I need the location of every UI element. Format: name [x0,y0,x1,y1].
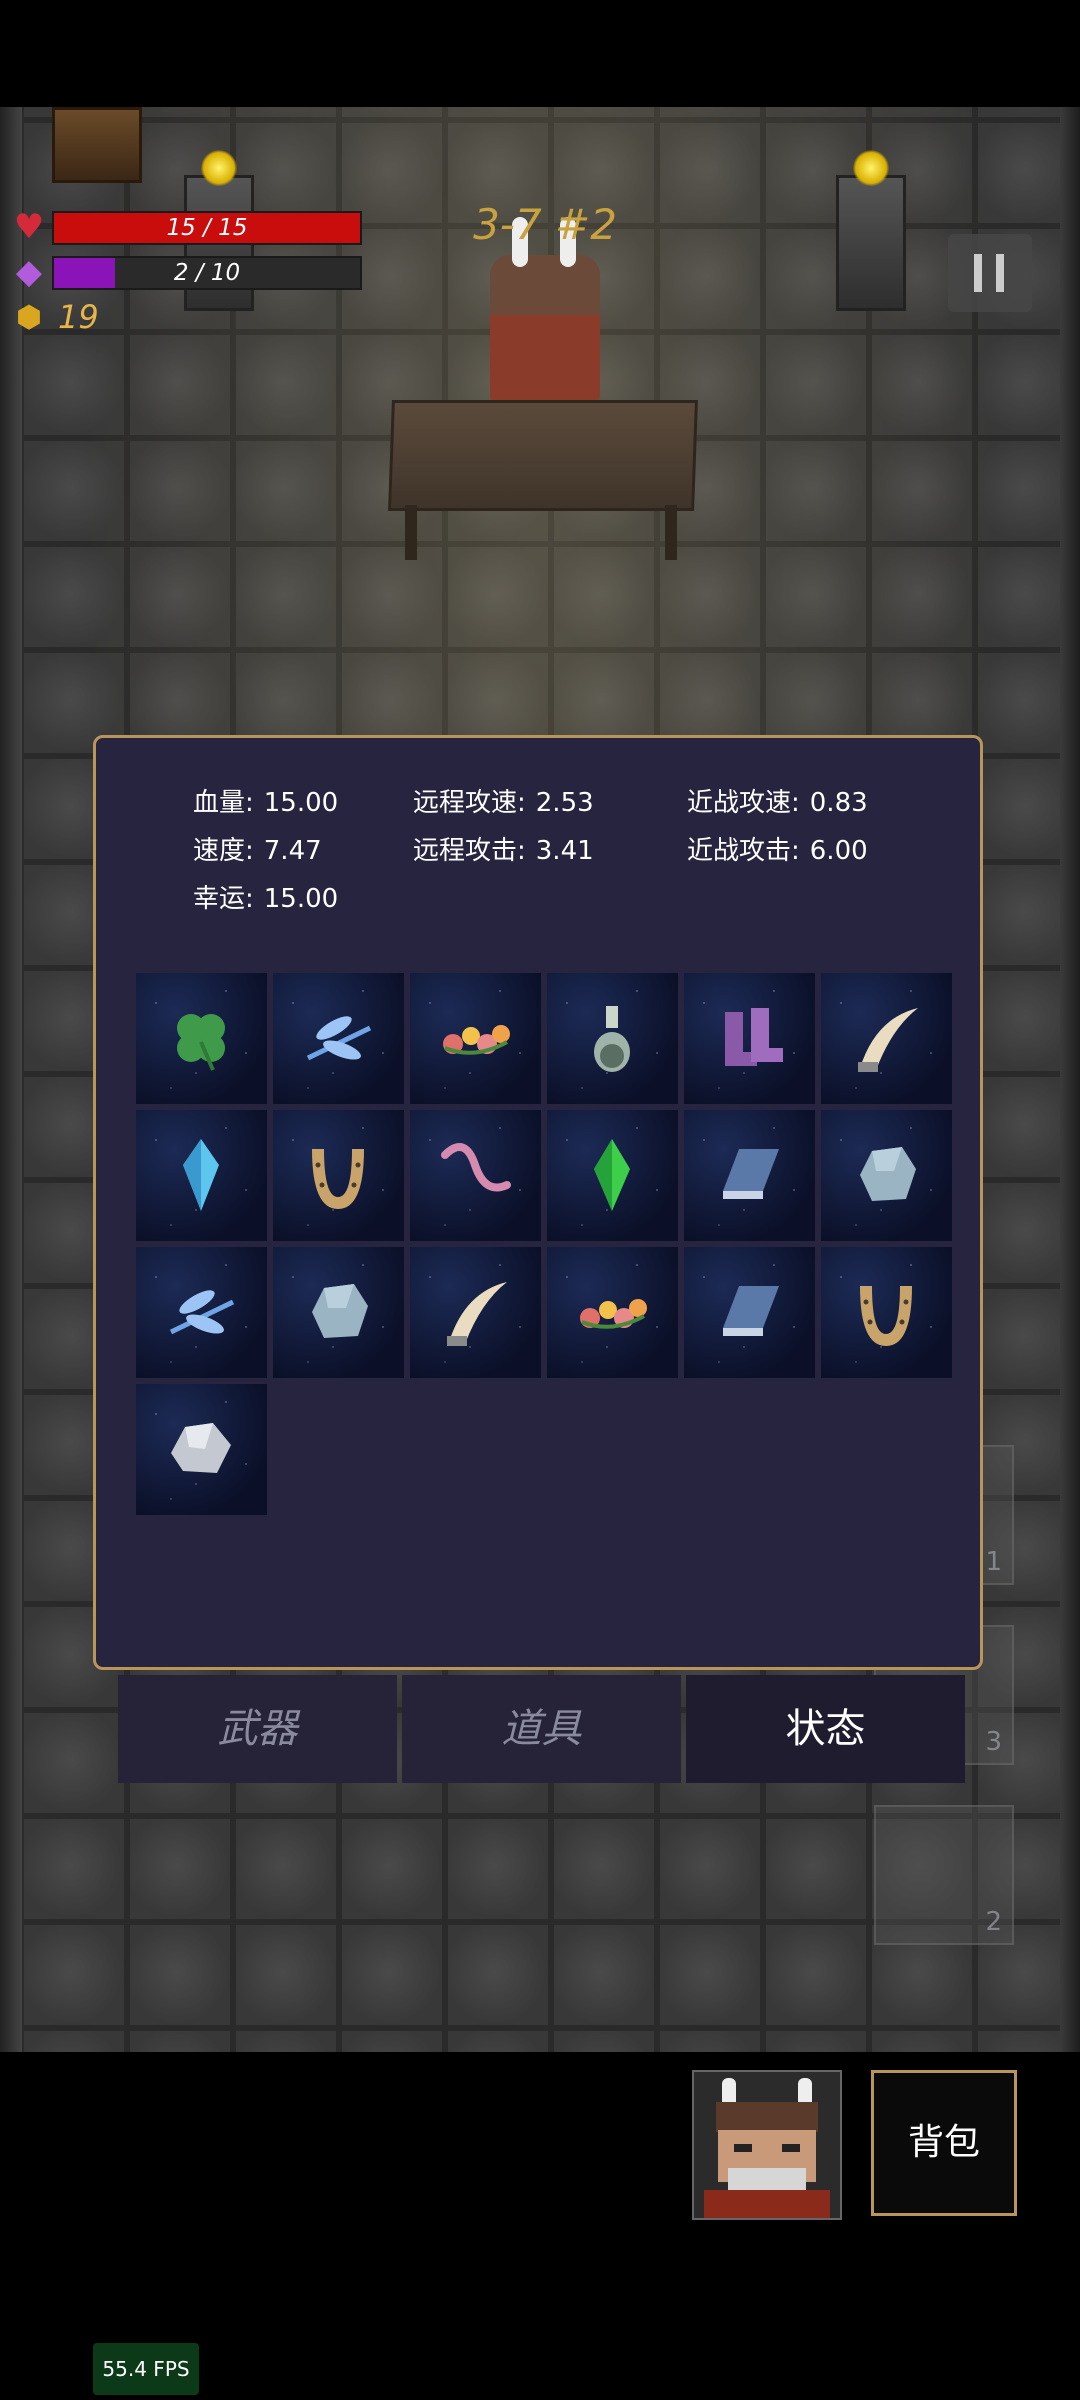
inventory-slot[interactable] [136,1384,267,1515]
stat-label: 远程攻击: [413,836,526,866]
book-icon [723,1286,779,1336]
heart-icon: ♥ [13,207,45,247]
mana-gem-icon: ◆ [15,252,43,292]
hp-bar: 15 / 15 [52,211,362,245]
mana-bar: 2 / 10 [52,256,362,290]
inventory-slot[interactable] [821,1110,952,1241]
stat-melee-attack: 近战攻击: 6.00 [687,830,868,867]
inventory-slot[interactable] [547,1247,678,1378]
stone-icon [860,1147,916,1201]
dragonfly-icon [306,1016,372,1061]
book-icon [723,1149,779,1199]
flower-garland-icon [580,1299,647,1329]
stat-value: 15.00 [263,884,339,914]
horseshoe-icon [860,1286,912,1346]
ghost-count: 2 [985,1907,1002,1937]
inventory-slot[interactable] [273,1110,404,1241]
inventory-slot[interactable] [136,1110,267,1241]
inventory-slot[interactable] [684,973,815,1104]
boots-icon [725,1008,783,1066]
blue-crystal-icon [183,1139,219,1211]
inventory-slot[interactable] [410,1110,541,1241]
horn-icon [447,1282,507,1346]
dragonfly-icon [169,1290,235,1335]
treasure-chest [52,107,142,183]
inventory-slot[interactable] [136,1247,267,1378]
stat-value: 3.41 [535,836,594,866]
gold-count: 19 [58,298,99,336]
stat-hp: 血量: 15.00 [193,782,338,819]
stat-value: 15.00 [263,788,339,818]
green-crystal-icon [594,1139,630,1211]
hp-text: 15 / 15 [166,215,248,241]
flower-garland-icon [443,1025,510,1055]
horn-icon [858,1008,918,1072]
stat-label: 远程攻速: [413,788,526,818]
ghost-count: 3 [985,1727,1002,1757]
inventory-slot[interactable] [684,1110,815,1241]
stat-luck: 幸运: 15.00 [193,878,338,915]
stat-ranged-attack: 远程攻击: 3.41 [413,830,594,867]
game-screen: 1 3 2 ♥ 15 / 15 ◆ 2 / 10 ⬢ 19 3-7 #2 血量:… [0,0,1080,2400]
stat-label: 速度: [193,836,254,866]
stat-label: 血量: [193,788,254,818]
character-portrait[interactable] [692,2070,842,2220]
tab-weapons[interactable]: 武器 [118,1675,397,1783]
stat-ranged-speed: 远程攻速: 2.53 [413,782,594,819]
fps-counter: 55.4 FPS [93,2343,199,2395]
inventory-slot[interactable] [684,1247,815,1378]
stone-icon [312,1284,368,1338]
inventory-slot[interactable] [136,973,267,1104]
ghost-card-3: 2 [874,1805,1014,1945]
gold-coin-icon: ⬢ [15,300,43,335]
torch-pillar-right [836,150,906,311]
inventory-slot[interactable] [410,973,541,1104]
tab-items[interactable]: 道具 [402,1675,681,1783]
pause-button[interactable] [948,234,1032,312]
silver-ore-icon [171,1423,231,1473]
stat-label: 近战攻击: [687,836,800,866]
four-leaf-clover-icon [177,1014,225,1071]
stat-value: 0.83 [809,788,868,818]
horseshoe-icon [312,1149,364,1209]
potion-bottle-icon [594,1006,630,1072]
stat-melee-speed: 近战攻速: 0.83 [687,782,868,819]
inventory-slot[interactable] [547,973,678,1104]
character-avatar [694,2072,840,2218]
pause-icon [974,254,982,292]
merchant-character [490,217,600,405]
stat-label: 近战攻速: [687,788,800,818]
stat-value: 7.47 [263,836,322,866]
stat-value: 2.53 [535,788,594,818]
merchant-table [388,400,698,511]
stat-label: 幸运: [193,884,254,914]
level-indicator: 3-7 #2 [473,200,617,249]
inventory-slot[interactable] [821,1247,952,1378]
inventory-slot[interactable] [273,973,404,1104]
backpack-button[interactable]: 背包 [871,2070,1017,2216]
tab-status[interactable]: 状态 [686,1675,965,1783]
mana-text: 2 / 10 [173,260,241,286]
stat-speed: 速度: 7.47 [193,830,322,867]
inventory-slot[interactable] [821,973,952,1104]
inventory-slot[interactable] [410,1247,541,1378]
ghost-count: 1 [985,1547,1002,1577]
stat-value: 6.00 [809,836,868,866]
status-panel: 血量: 15.00 远程攻速: 2.53 近战攻速: 0.83 速度: 7.47 远程攻… [93,735,983,1670]
inventory-slot[interactable] [273,1247,404,1378]
inventory-slot[interactable] [547,1110,678,1241]
worm-icon [441,1143,511,1192]
